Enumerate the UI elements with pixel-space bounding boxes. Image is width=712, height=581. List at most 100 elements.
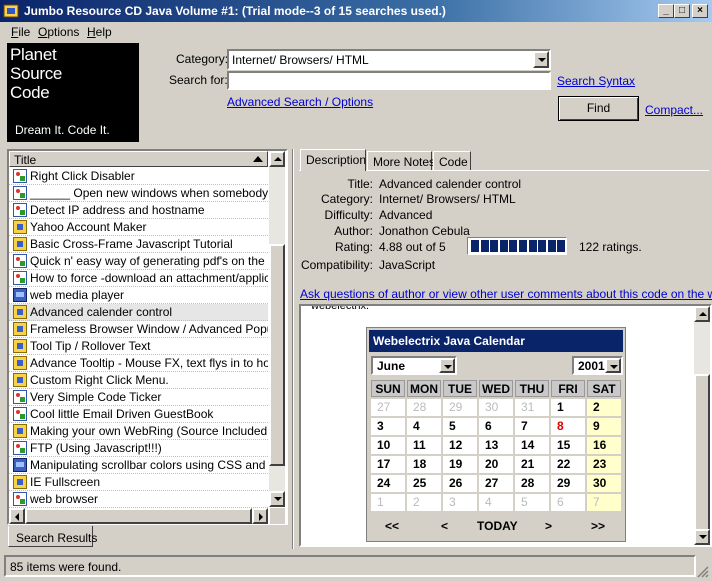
compact-link[interactable]: Compact... <box>645 103 703 117</box>
list-item[interactable]: Frameless Browser Window / Advanced Popu… <box>9 321 268 338</box>
calendar-day-cell[interactable]: 30 <box>587 475 621 492</box>
calendar-day-cell[interactable]: 15 <box>551 437 585 454</box>
preview-scroll-up-icon[interactable] <box>694 306 710 322</box>
minimize-button[interactable]: _ <box>658 4 674 18</box>
list-header-title[interactable]: Title <box>9 151 268 167</box>
calendar-day-cell[interactable]: 14 <box>515 437 549 454</box>
scroll-up-icon[interactable] <box>269 151 285 167</box>
list-item[interactable]: Yahoo Account Maker <box>9 219 268 236</box>
calendar-day-cell[interactable]: 28 <box>515 475 549 492</box>
list-item[interactable]: Quick n' easy way of generating pdf's on… <box>9 253 268 270</box>
tab-more-notes[interactable]: More Notes <box>367 151 435 171</box>
calendar-day-cell[interactable]: 19 <box>443 456 477 473</box>
scroll-right-icon[interactable] <box>252 508 268 524</box>
calendar-day-cell[interactable]: 11 <box>407 437 441 454</box>
calendar-day-cell[interactable]: 8 <box>551 418 585 435</box>
list-item[interactable]: Custom Right Click Menu. <box>9 372 268 389</box>
list-item[interactable]: Manipulating scrollbar colors using CSS … <box>9 457 268 474</box>
month-chevron-down-icon[interactable] <box>439 358 455 373</box>
list-item[interactable]: FTP (Using Javascript!!!) <box>9 440 268 457</box>
preview-scroll-thumb[interactable] <box>694 374 710 534</box>
calendar-next-month[interactable]: > <box>545 519 552 533</box>
calendar-prev-month[interactable]: < <box>441 519 448 533</box>
calendar-day-cell[interactable]: 2 <box>587 399 621 416</box>
calendar-day-cell[interactable]: 30 <box>479 399 513 416</box>
list-item[interactable]: Making your own WebRing (Source Included… <box>9 423 268 440</box>
calendar-day-cell[interactable]: 5 <box>443 418 477 435</box>
chevron-down-icon[interactable] <box>533 51 549 68</box>
list-item[interactable]: Right Click Disabler <box>9 168 268 185</box>
menu-options[interactable]: Options <box>38 25 79 39</box>
search-syntax-link[interactable]: Search Syntax <box>557 74 635 88</box>
category-select[interactable]: Internet/ Browsers/ HTML <box>227 49 551 70</box>
calendar-prev-year[interactable]: << <box>385 519 399 533</box>
calendar-day-cell[interactable]: 4 <box>407 418 441 435</box>
month-select[interactable]: June <box>371 356 457 375</box>
calendar-day-cell[interactable]: 3 <box>443 494 477 511</box>
list-item[interactable]: IE Fullscreen <box>9 474 268 491</box>
list-item[interactable]: Tool Tip / Rollover Text <box>9 338 268 355</box>
preview-scroll-down-icon[interactable] <box>694 529 710 545</box>
menu-file[interactable]: File <box>11 25 30 39</box>
calendar-day-cell[interactable]: 13 <box>479 437 513 454</box>
search-input[interactable] <box>227 71 551 90</box>
calendar-day-cell[interactable]: 6 <box>479 418 513 435</box>
calendar-day-cell[interactable]: 3 <box>371 418 405 435</box>
tab-code[interactable]: Code <box>433 151 471 171</box>
year-chevron-down-icon[interactable] <box>605 358 621 373</box>
list-horizontal-scrollbar[interactable] <box>9 508 268 524</box>
calendar-day-cell[interactable]: 26 <box>443 475 477 492</box>
tab-search-results[interactable]: Search Results <box>8 526 97 547</box>
calendar-day-cell[interactable]: 18 <box>407 456 441 473</box>
calendar-day-cell[interactable]: 5 <box>515 494 549 511</box>
calendar-day-cell[interactable]: 4 <box>479 494 513 511</box>
calendar-day-cell[interactable]: 23 <box>587 456 621 473</box>
calendar-next-year[interactable]: >> <box>591 519 605 533</box>
calendar-day-cell[interactable]: 28 <box>407 399 441 416</box>
calendar-day-cell[interactable]: 24 <box>371 475 405 492</box>
calendar-day-cell[interactable]: 9 <box>587 418 621 435</box>
list-item[interactable]: Cool little Email Driven GuestBook <box>9 406 268 423</box>
list-item[interactable]: Advanced calender control <box>9 304 268 321</box>
calendar-day-cell[interactable]: 22 <box>551 456 585 473</box>
calendar-day-cell[interactable]: 29 <box>443 399 477 416</box>
list-item[interactable]: Detect IP address and hostname <box>9 202 268 219</box>
list-item[interactable]: How to force -download an attachment/app… <box>9 270 268 287</box>
calendar-day-cell[interactable]: 27 <box>371 399 405 416</box>
list-item[interactable]: web media player <box>9 287 268 304</box>
scroll-left-icon[interactable] <box>9 508 25 524</box>
year-select[interactable]: 2001 <box>572 356 623 375</box>
advanced-search-link[interactable]: Advanced Search / Options <box>227 95 373 109</box>
calendar-day-cell[interactable]: 12 <box>443 437 477 454</box>
calendar-day-cell[interactable]: 20 <box>479 456 513 473</box>
calendar-day-cell[interactable]: 29 <box>551 475 585 492</box>
calendar-day-cell[interactable]: 6 <box>551 494 585 511</box>
calendar-today[interactable]: TODAY <box>477 519 518 533</box>
list-item[interactable]: Basic Cross-Frame Javascript Tutorial <box>9 236 268 253</box>
list-item[interactable]: Very Simple Code Ticker <box>9 389 268 406</box>
close-button[interactable]: × <box>692 4 708 18</box>
list-item[interactable]: Advance Tooltip - Mouse FX, text flys in… <box>9 355 268 372</box>
resize-grip-icon[interactable] <box>697 566 709 578</box>
tab-description[interactable]: Description <box>300 149 366 171</box>
preview-vertical-scrollbar[interactable] <box>694 306 710 545</box>
hscroll-thumb[interactable] <box>25 508 252 524</box>
calendar-day-cell[interactable]: 1 <box>551 399 585 416</box>
scroll-thumb[interactable] <box>269 244 285 466</box>
calendar-day-cell[interactable]: 27 <box>479 475 513 492</box>
scroll-down-icon[interactable] <box>269 491 285 507</box>
list-vertical-scrollbar[interactable] <box>269 151 285 507</box>
menu-help[interactable]: Help <box>87 25 112 39</box>
app-icon[interactable] <box>3 3 19 19</box>
calendar-day-cell[interactable]: 10 <box>371 437 405 454</box>
list-item[interactable]: web browser <box>9 491 268 508</box>
calendar-day-cell[interactable]: 1 <box>371 494 405 511</box>
calendar-day-cell[interactable]: 7 <box>515 418 549 435</box>
list-item[interactable]: ______ Open new windows when somebody le… <box>9 185 268 202</box>
calendar-day-cell[interactable]: 16 <box>587 437 621 454</box>
calendar-day-cell[interactable]: 21 <box>515 456 549 473</box>
calendar-day-cell[interactable]: 25 <box>407 475 441 492</box>
calendar-day-cell[interactable]: 17 <box>371 456 405 473</box>
maximize-button[interactable]: □ <box>674 4 690 18</box>
find-button[interactable]: Find <box>558 96 639 121</box>
